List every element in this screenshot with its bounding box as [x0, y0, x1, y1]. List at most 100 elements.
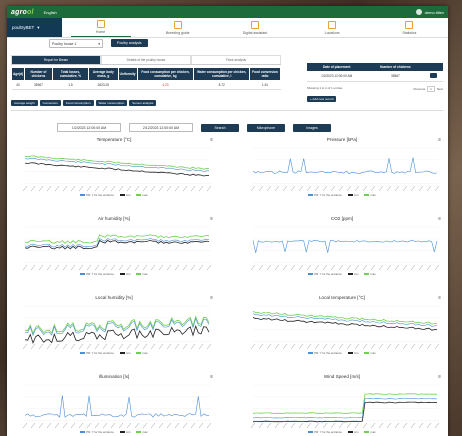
- x-tick-label: [118, 422, 124, 429]
- legend-item[interactable]: PR: Y for the entrance: [80, 272, 114, 276]
- legend-item[interactable]: max: [364, 272, 376, 276]
- average-weight-button[interactable]: Average weight: [11, 100, 38, 106]
- conversion-button[interactable]: Conversion: [39, 100, 61, 106]
- legend-item[interactable]: PR: Y for the entrance: [308, 272, 342, 276]
- user-menu[interactable]: demo.tiltex: [415, 9, 444, 15]
- x-tick-label: [158, 343, 164, 350]
- x-tick-label: [322, 343, 328, 350]
- x-tick-label: [30, 422, 36, 429]
- x-tick-label: [402, 343, 408, 350]
- previous-page-link[interactable]: Previous: [413, 87, 425, 91]
- x-tick-label: [166, 343, 172, 350]
- poultry-selector[interactable]: poultryBET ▾: [7, 18, 62, 37]
- legend-item[interactable]: max: [136, 351, 148, 355]
- menu-icon[interactable]: ≡: [438, 216, 441, 222]
- legend-item[interactable]: min: [119, 272, 130, 276]
- legend-item[interactable]: min: [347, 351, 358, 355]
- x-tick-label: [78, 343, 84, 350]
- x-tick-label: [354, 422, 360, 429]
- x-tick-label: [314, 343, 320, 350]
- tab-report[interactable]: Report for Bream: [11, 55, 101, 64]
- legend-label: PR: Y for the entrance: [314, 430, 342, 434]
- x-tick-label: [46, 264, 52, 271]
- legend-item[interactable]: PR: Y for the entrance: [308, 193, 342, 197]
- legend-item[interactable]: PR: Y for the entrance: [308, 351, 342, 355]
- nav-breeding-guide[interactable]: Breeding guide: [148, 18, 208, 37]
- x-tick-label: [410, 343, 416, 350]
- menu-icon[interactable]: ≡: [210, 216, 213, 222]
- max-series-line: [252, 393, 438, 414]
- x-tick-label: [258, 343, 264, 350]
- next-page-link[interactable]: Next: [437, 87, 443, 91]
- x-tick-label: [94, 264, 100, 271]
- x-tick-label: [86, 343, 92, 350]
- legend-item[interactable]: min: [119, 351, 130, 355]
- edit-icon[interactable]: [430, 73, 438, 78]
- x-tick-label: [282, 422, 288, 429]
- add-record-button[interactable]: + Add new record: [307, 96, 337, 102]
- table-row: 1/2/2023 12:00:00 AM 35567: [307, 71, 443, 82]
- language-selector[interactable]: English: [44, 10, 57, 15]
- legend-label: min: [353, 272, 359, 276]
- microphone-button[interactable]: Microphone: [247, 123, 285, 132]
- statistics-icon: [405, 20, 414, 29]
- legend-item[interactable]: max: [136, 193, 148, 197]
- x-tick-label: [54, 185, 60, 192]
- nav-statistics[interactable]: Statistics: [379, 18, 439, 37]
- x-tick-label: [306, 185, 312, 192]
- x-tick-label: [394, 422, 400, 429]
- legend-item[interactable]: max: [364, 193, 376, 197]
- legend-swatch: [308, 273, 314, 275]
- menu-icon[interactable]: ≡: [210, 137, 213, 143]
- x-tick-label: [70, 422, 76, 429]
- x-tick-label: [38, 422, 44, 429]
- menu-icon[interactable]: ≡: [438, 137, 441, 143]
- menu-icon[interactable]: ≡: [438, 295, 441, 301]
- date-to-input[interactable]: 2/12/2023 12:00:00 AM: [129, 123, 193, 132]
- legend-swatch: [119, 431, 125, 433]
- legend-item[interactable]: PR: Y for the entrance: [80, 193, 114, 197]
- menu-icon[interactable]: ≡: [210, 374, 213, 380]
- poultry-house-select[interactable]: Poultry house 1 ▾: [49, 39, 103, 48]
- sensor-analysis-button[interactable]: Sensor analysis: [129, 100, 157, 106]
- x-tick-label: [370, 185, 376, 192]
- food-consumption-button[interactable]: Food consumption: [62, 100, 94, 106]
- date-from-input[interactable]: 1/2/2023 12:00:00 AM: [57, 123, 121, 132]
- legend-item[interactable]: PR: Y for the entrance: [80, 351, 114, 355]
- legend-item[interactable]: PR: Y for the entrance: [80, 430, 114, 434]
- water-consumption-button[interactable]: Water consumption: [95, 100, 128, 106]
- x-tick-label: [290, 343, 296, 350]
- x-tick-label: [250, 185, 256, 192]
- report-tabs: Report for Bream Details of the poultry …: [11, 55, 281, 65]
- legend-label: PR: Y for the entrance: [86, 351, 114, 355]
- page-number[interactable]: 1: [427, 86, 435, 92]
- nav-locations[interactable]: Locations: [302, 18, 362, 37]
- legend-item[interactable]: max: [136, 430, 148, 434]
- x-tick-label: [126, 422, 132, 429]
- legend-item[interactable]: PR: Y for the entrance: [308, 430, 342, 434]
- search-button[interactable]: Search: [201, 123, 239, 132]
- images-button[interactable]: Images: [293, 123, 331, 132]
- legend-item[interactable]: min: [347, 193, 358, 197]
- nav-digital-assistant[interactable]: Digital assistant: [225, 18, 285, 37]
- x-tick-label: [314, 185, 320, 192]
- menu-icon[interactable]: ≡: [438, 374, 441, 380]
- legend-item[interactable]: max: [364, 351, 376, 355]
- x-tick-label: [142, 185, 148, 192]
- tab-details[interactable]: Details of the poultry house: [101, 55, 191, 64]
- legend-swatch: [308, 352, 314, 354]
- legend-item[interactable]: max: [364, 430, 376, 434]
- app-logo[interactable]: agrool: [11, 9, 34, 16]
- x-tick-label: [266, 343, 272, 350]
- menu-icon[interactable]: ≡: [210, 295, 213, 301]
- legend-item[interactable]: max: [136, 272, 148, 276]
- legend-item[interactable]: min: [347, 430, 358, 434]
- legend-item[interactable]: min: [119, 430, 130, 434]
- tab-flock-analysis[interactable]: Flock analysis: [191, 55, 281, 64]
- poultry-analysis-button[interactable]: Poultry analysis: [111, 39, 148, 47]
- legend-item[interactable]: min: [347, 272, 359, 276]
- x-tick-label: [174, 422, 180, 429]
- legend-item[interactable]: min: [119, 193, 130, 197]
- x-tick-label: [402, 264, 408, 271]
- nav-home[interactable]: Home: [70, 18, 131, 37]
